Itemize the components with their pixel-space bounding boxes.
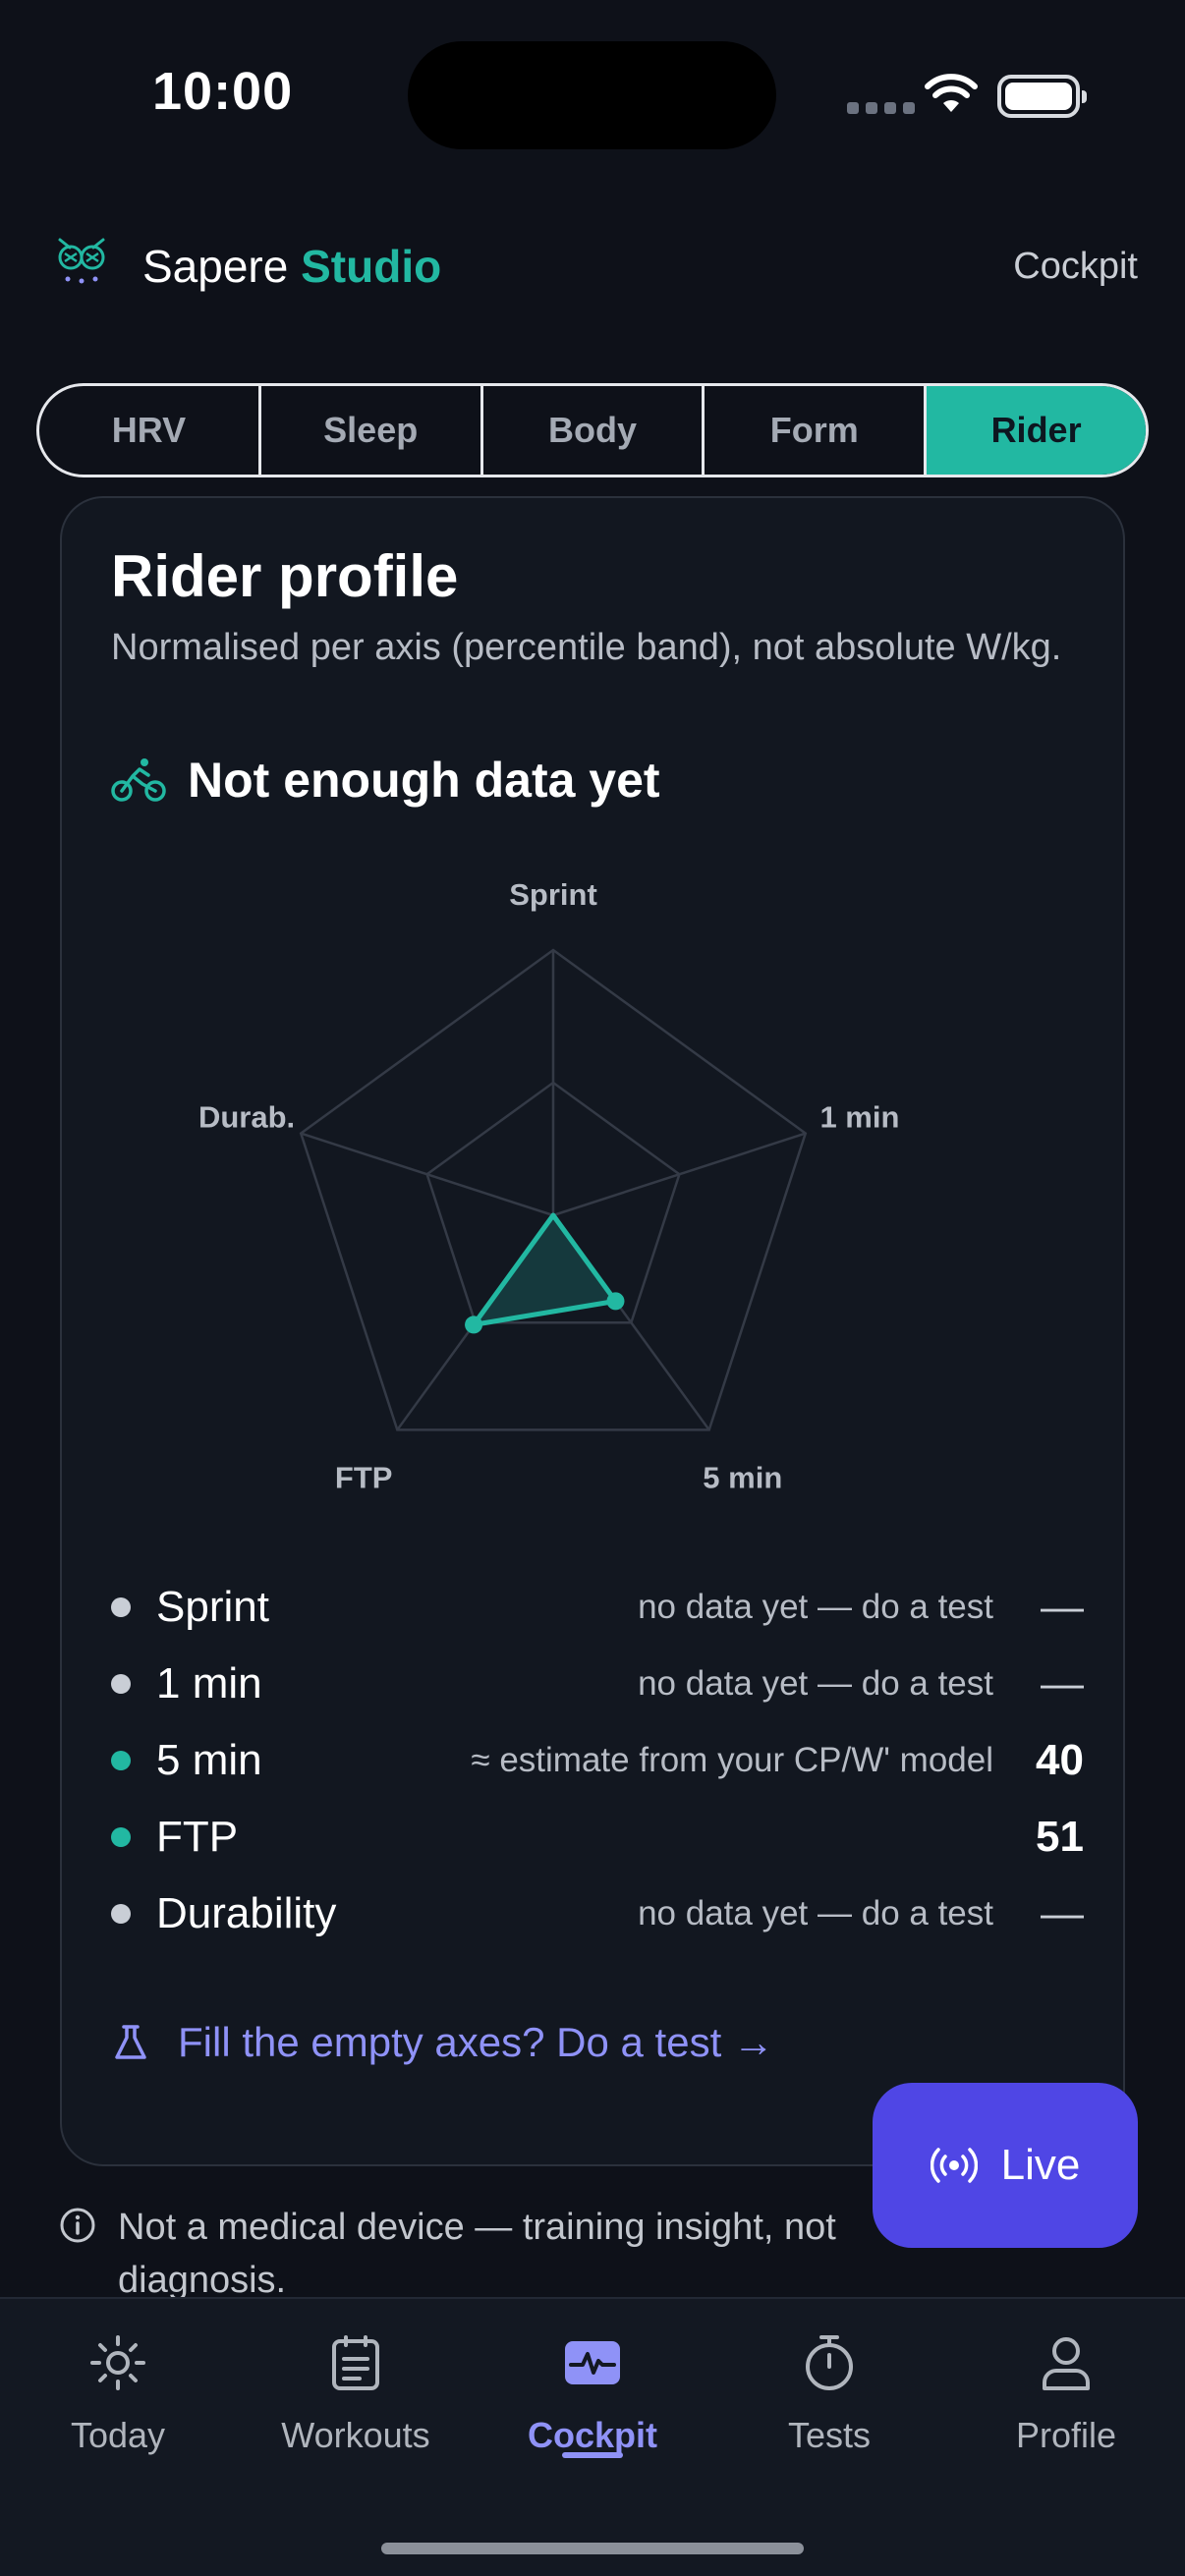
disclaimer: Not a medical device — training insight,… [59,2201,865,2307]
metric-name: 5 min [156,1736,262,1784]
radar-spoke [300,1132,554,1217]
status-dot [111,1597,131,1617]
nav-item-profile[interactable]: Profile [958,2328,1174,2456]
status-dot [111,1751,131,1770]
metric-value: 51 [1036,1813,1084,1861]
stopwatch-icon [806,2335,853,2390]
metric-name: 1 min [156,1659,262,1708]
bicycle-icon [111,758,166,802]
radar-axis-label: 1 min [819,1100,899,1135]
metric-name: Durability [156,1889,337,1937]
radar-axis-label: 5 min [703,1460,782,1494]
brand-primary: Sapere [142,241,289,292]
brand-accent: Studio [301,241,442,292]
do-a-test-link[interactable]: Fill the empty axes? Do a test → [111,2019,774,2066]
header-page-label: Cockpit [1013,246,1138,287]
nav-item-today[interactable]: Today [10,2328,226,2456]
tab-body[interactable]: Body [483,386,705,475]
broadcast-icon [930,2148,978,2183]
card-title: Rider profile [111,543,459,609]
nav-label: Today [70,2415,166,2455]
flask-icon [115,2025,146,2059]
tab-hrv[interactable]: HRV [39,386,261,475]
bottom-nav: Today Workouts Cockpit Tests Profile [0,2297,1185,2576]
radar-axis-label: Durab. [198,1100,295,1135]
metric-name: FTP [156,1813,239,1861]
nav-item-cockpit[interactable]: Cockpit [484,2328,701,2456]
pulse-icon [565,2341,620,2384]
metric-note: ≈ estimate from your CP/W' model [471,1741,993,1779]
status-dot [111,1674,131,1694]
clipboard-icon [332,2335,379,2390]
metric-tabs: HRV Sleep Body Form Rider [36,383,1149,477]
nav-label: Workouts [281,2415,430,2455]
metric-value: — [1041,1659,1084,1708]
sun-icon [90,2335,145,2390]
data-state-text: Not enough data yet [188,753,660,808]
nav-label: Cockpit [527,2415,657,2455]
active-tab-indicator [562,2452,623,2458]
metric-note: no data yet — do a test [638,1664,993,1703]
tab-sleep[interactable]: Sleep [261,386,483,475]
tab-form[interactable]: Form [705,386,928,475]
metric-name: Sprint [156,1583,269,1631]
status-time: 10:00 [152,62,294,121]
app-header: Sapere Studio Cockpit [0,216,1185,314]
card-subtitle: Normalised per axis (percentile band), n… [111,627,1062,668]
disclaimer-text: Not a medical device — training insight,… [118,2207,836,2301]
rider-profile-card: Rider profile Normalised per axis (perce… [60,496,1125,2166]
wifi-icon [925,74,978,112]
do-a-test-label: Fill the empty axes? Do a test → [178,2019,774,2065]
dynamic-island [408,41,776,149]
nav-item-tests[interactable]: Tests [721,2328,937,2456]
metric-value: — [1041,1583,1084,1631]
metric-row-1min: 1 min no data yet — do a test — [111,1646,1084,1722]
nav-label: Tests [787,2415,872,2455]
metrics-list: Sprint no data yet — do a test — 1 min n… [111,1569,1084,1952]
rider-radar-chart: Sprint 1 min 5 min FTP Durab. [198,877,899,1494]
radar-axis-label: Sprint [509,877,597,912]
cellular-signal-icon [847,102,915,114]
brand-name: Sapere Studio [142,240,441,293]
metric-note: no data yet — do a test [638,1894,993,1932]
status-dot [111,1904,131,1924]
person-icon [1043,2337,1090,2390]
metric-row-5min: 5 min ≈ estimate from your CP/W' model 4… [111,1722,1084,1799]
data-state-row: Not enough data yet [111,752,660,809]
metric-value: 40 [1036,1736,1084,1784]
radar-series-area [471,1212,618,1327]
radar-data-point [606,1292,625,1311]
status-bar: 10:00 [0,0,1185,196]
nav-label: Profile [1015,2415,1117,2455]
metric-row-ftp: FTP 51 [111,1799,1084,1876]
live-button-label: Live [1000,2141,1081,2189]
metric-note: no data yet — do a test [638,1588,993,1626]
home-indicator [381,2543,804,2554]
live-button[interactable]: Live [873,2083,1138,2248]
status-dot [111,1827,131,1847]
owl-logo-icon [58,238,105,284]
tab-rider[interactable]: Rider [927,386,1146,475]
radar-data-point [465,1316,483,1334]
battery-icon [997,75,1087,118]
metric-row-sprint: Sprint no data yet — do a test — [111,1569,1084,1646]
radar-axis-label: FTP [335,1460,393,1494]
nav-item-workouts[interactable]: Workouts [248,2328,464,2456]
radar-spoke [552,1132,807,1217]
metric-row-durability: Durability no data yet — do a test — [111,1876,1084,1952]
info-icon [60,2208,95,2243]
metric-value: — [1041,1889,1084,1937]
